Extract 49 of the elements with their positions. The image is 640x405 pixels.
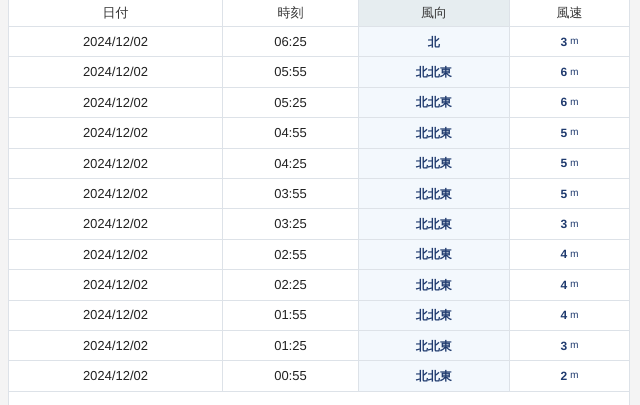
table-cell: 北北東 — [359, 300, 510, 330]
speed-unit: m — [570, 96, 579, 110]
speed-value: 4 — [560, 276, 568, 294]
table-cell: 北北東 — [359, 240, 510, 270]
table-cell: 北北東 — [359, 57, 510, 87]
table-cell: 北北東 — [359, 330, 510, 360]
table-cell: 2024/12/02 — [9, 209, 223, 239]
table-cell: 北北東 — [359, 209, 510, 239]
speed-value: 6 — [560, 64, 568, 82]
speed-unit: m — [570, 187, 579, 202]
speed-value: 5 — [560, 186, 568, 203]
speed-value: 3 — [560, 216, 568, 234]
speed-unit: m — [570, 369, 579, 384]
table-cell: 2024/12/02 — [9, 330, 223, 360]
speed-unit: m — [570, 248, 579, 262]
table-cell: 北北東 — [359, 88, 510, 118]
table-cell: 2024/12/02 — [9, 148, 223, 178]
speed-value: 5 — [560, 124, 568, 142]
table-cell: 北 — [359, 27, 510, 56]
table-cell: 北北東 — [359, 270, 510, 300]
speed-value: 4 — [560, 246, 568, 264]
column-header: 風向 — [359, 0, 510, 26]
table-cell: 北北東 — [359, 178, 510, 208]
table-cell: 2024/12/02 — [9, 270, 223, 300]
table-cell: 2024/12/02 — [9, 88, 223, 118]
speed-unit: m — [570, 156, 579, 171]
speed-unit: m — [570, 278, 579, 292]
table-cell: 北北東 — [359, 148, 510, 178]
speed-unit: m — [570, 126, 579, 140]
table-cell: 2024/12/02 — [9, 300, 223, 330]
speed-unit: m — [570, 66, 579, 80]
speed-value: 3 — [560, 34, 568, 51]
table-cell: 北北東 — [359, 361, 510, 391]
speed-value: 3 — [560, 338, 568, 355]
speed-value: 6 — [560, 94, 568, 112]
table-cell: 2024/12/02 — [9, 361, 223, 391]
table-cell: 2024/12/02 — [9, 240, 223, 270]
speed-value: 5 — [560, 155, 568, 172]
table-cell: 2024/12/02 — [9, 27, 223, 56]
speed-unit: m — [570, 339, 579, 354]
table-cell: 2024/12/02 — [9, 57, 223, 87]
table-cell: 2024/12/02 — [9, 178, 223, 208]
speed-value: 4 — [560, 307, 568, 324]
speed-unit: m — [570, 308, 579, 323]
speed-unit: m — [570, 35, 579, 50]
table-cell: 北北東 — [359, 118, 510, 148]
table-cell: 2024/12/02 — [9, 118, 223, 148]
speed-unit: m — [570, 218, 579, 232]
speed-value: 2 — [560, 368, 568, 385]
